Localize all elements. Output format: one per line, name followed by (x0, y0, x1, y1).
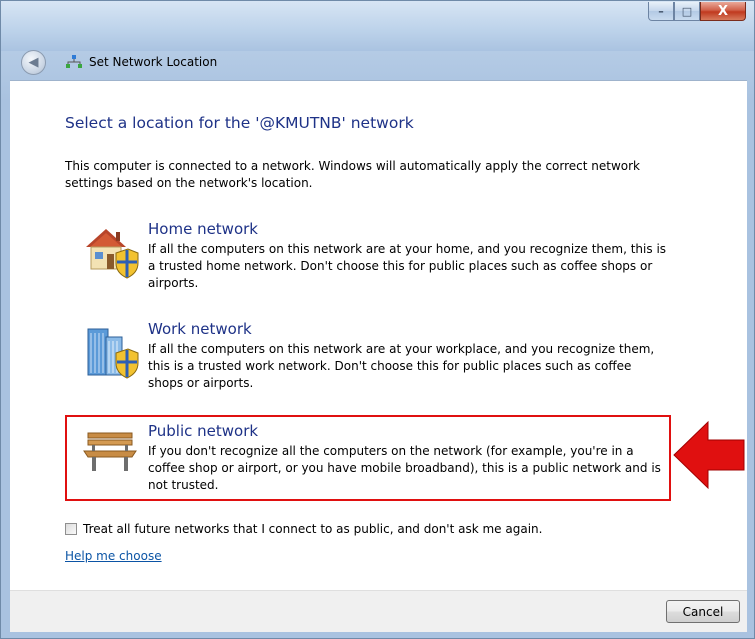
title-bar[interactable]: – □ X (1, 1, 754, 51)
content-panel: Select a location for the '@KMUTNB' netw… (10, 80, 747, 591)
treat-as-public-checkbox[interactable] (65, 523, 77, 535)
treat-as-public-label: Treat all future networks that I connect… (83, 522, 543, 536)
red-arrow-annotation-icon (673, 420, 745, 490)
work-network-title: Work network (148, 320, 252, 338)
public-network-highlight-box (65, 415, 671, 501)
close-button[interactable]: X (700, 2, 746, 21)
help-me-choose-link[interactable]: Help me choose (65, 549, 162, 563)
intro-text: This computer is connected to a network.… (65, 159, 641, 190)
caption-buttons: – □ X (648, 2, 746, 22)
back-button[interactable]: ◀ (21, 50, 46, 75)
office-building-shield-icon (87, 328, 139, 379)
work-network-description: If all the computers on this network are… (148, 342, 655, 390)
network-icon (66, 55, 82, 68)
dialog-footer: Cancel (10, 590, 747, 632)
maximize-button[interactable]: □ (674, 2, 700, 21)
home-network-option[interactable]: Home network If all the computers on thi… (80, 220, 666, 290)
page-heading: Select a location for the '@KMUTNB' netw… (65, 114, 414, 132)
window-title-text: Set Network Location (89, 55, 218, 69)
work-network-option[interactable]: Work network If all the computers on thi… (80, 320, 660, 390)
house-shield-icon (86, 229, 139, 279)
dialog-window: – □ X ◀ Set Network Location Select a lo… (0, 0, 755, 639)
back-arrow-icon: ◀ (28, 55, 39, 70)
cancel-button[interactable]: Cancel (666, 600, 740, 623)
home-network-description: If all the computers on this network are… (148, 242, 667, 290)
treat-as-public-checkbox-row[interactable]: Treat all future networks that I connect… (65, 522, 542, 536)
home-network-title: Home network (148, 220, 258, 238)
minimize-button[interactable]: – (648, 2, 674, 21)
window-title: Set Network Location (65, 52, 217, 72)
